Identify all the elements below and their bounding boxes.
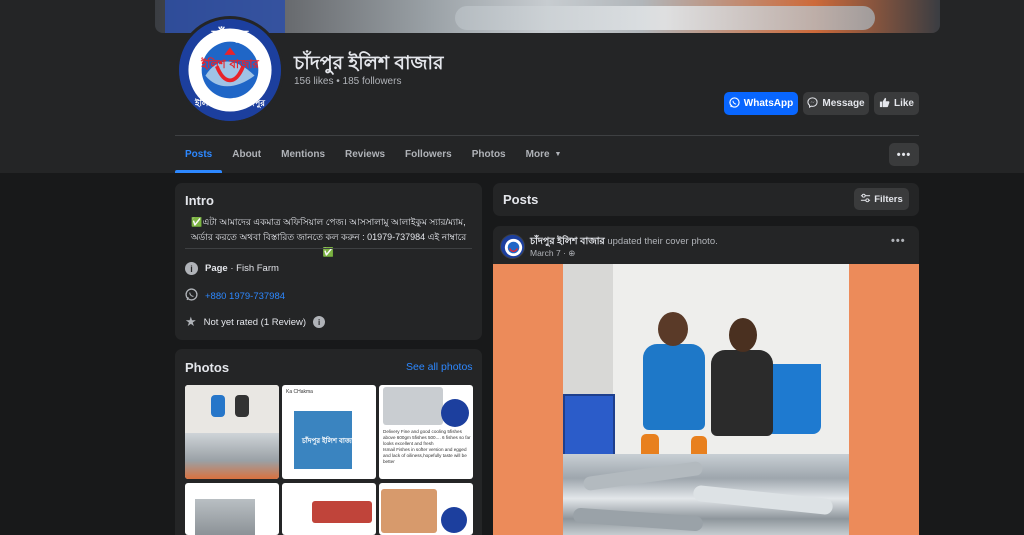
intro-title: Intro — [185, 193, 214, 208]
intro-rating-text: Not yet rated (1 Review) — [203, 316, 307, 328]
thumb-fish-image — [381, 489, 437, 533]
cover-fish — [455, 6, 875, 30]
tab-mentions[interactable]: Mentions — [271, 136, 335, 173]
intro-divider — [185, 248, 472, 249]
logo-text-mid: ইলিশ বাজার — [200, 57, 259, 71]
thumb-fish — [185, 433, 279, 479]
page-logo: চাঁদপুর ইলিশ বাজার ইলিশের বাড়ি চাঁদপুর — [179, 19, 281, 121]
like-button[interactable]: Like — [874, 92, 919, 115]
thumb-person — [235, 395, 249, 417]
thumb-chat-image — [312, 501, 372, 523]
tab-photos[interactable]: Photos — [462, 136, 516, 173]
post-action-text: updated their cover photo. — [604, 236, 718, 247]
post-photo-crate — [563, 394, 615, 456]
intro-category-label: Page — [205, 263, 228, 274]
filters-label: Filters — [874, 193, 903, 205]
chevron-down-icon: ▼ — [554, 151, 562, 158]
intro-phone[interactable]: +880 1979-737984 — [185, 288, 285, 304]
whatsapp-icon — [729, 96, 740, 111]
post-date[interactable]: March 7 · ⊕ — [530, 248, 575, 259]
post-photo-person-2 — [711, 350, 773, 436]
logo-text-top: চাঁদপুর — [211, 26, 250, 45]
post-author-avatar[interactable] — [500, 234, 525, 259]
page-stats[interactable]: 156 likes • 185 followers — [294, 76, 401, 87]
posts-header: Posts Filters — [493, 183, 919, 216]
star-icon: ★ — [185, 314, 197, 329]
thumb-chat-header: Ka CHakma — [286, 389, 313, 395]
message-button[interactable]: Message — [803, 92, 869, 115]
info-icon: i — [185, 262, 198, 275]
thumb-person — [211, 395, 225, 417]
photos-card: Photos See all photos Ka CHakma চাঁদপুর … — [175, 349, 482, 535]
tab-more-label: More — [525, 149, 550, 160]
post-author-name[interactable]: চাঁদপুর ইলিশ বাজার — [530, 236, 605, 247]
intro-card: Intro ✅এটা আমাদের একমাত্র অফিসিয়াল পেজ।… — [175, 183, 482, 340]
post-photo-person-1 — [643, 344, 705, 430]
thumb-review-line-2: Ismail Fishes in softer version and egge… — [383, 447, 467, 464]
more-horizontal-icon: ••• — [896, 148, 912, 161]
intro-phone-link[interactable]: +880 1979-737984 — [205, 291, 285, 302]
thumbs-up-icon — [879, 97, 890, 111]
messenger-icon — [807, 96, 818, 111]
tab-about[interactable]: About — [222, 136, 271, 173]
tab-more[interactable]: More ▼ — [516, 136, 572, 173]
whatsapp-label: WhatsApp — [743, 98, 794, 109]
post-more-button[interactable]: ••• — [891, 235, 906, 247]
intro-category-value: · Fish Farm — [227, 263, 279, 274]
photo-thumbnail[interactable]: Ka CHakma চাঁদপুর ইলিশ বাজার — [282, 385, 376, 479]
photo-thumbnail[interactable] — [185, 483, 279, 535]
whatsapp-button[interactable]: WhatsApp — [724, 92, 798, 115]
thumb-fish-image — [383, 387, 443, 425]
photos-title: Photos — [185, 360, 230, 375]
post-photo-bucket — [765, 364, 821, 434]
posts-title: Posts — [503, 192, 539, 207]
post-photo[interactable] — [493, 264, 919, 535]
tab-followers[interactable]: Followers — [395, 136, 462, 173]
like-label: Like — [893, 98, 914, 109]
info-icon[interactable]: i — [313, 316, 326, 328]
see-all-photos-link[interactable]: See all photos — [406, 361, 473, 373]
post-date-text: March 7 · — [530, 248, 569, 258]
more-horizontal-icon: ••• — [891, 235, 906, 247]
filter-icon — [860, 193, 871, 206]
post-photo-person-1-head — [658, 312, 688, 346]
thumb-review-line-1: Delivery Fine and good cooling 5fishes a… — [383, 429, 471, 446]
intro-bio-line-1: ✅এটা আমাদের একমাত্র অফিসিয়াল পেজ। আসসাল… — [191, 217, 466, 227]
photo-thumbnail[interactable]: Delivery Fine and good cooling 5fishes a… — [379, 385, 473, 479]
cover-photo[interactable] — [155, 0, 940, 33]
filters-button[interactable]: Filters — [854, 188, 909, 210]
photo-thumbnail[interactable] — [379, 483, 473, 535]
tab-reviews[interactable]: Reviews — [335, 136, 395, 173]
thumb-review-text: Delivery Fine and good cooling 5fishes a… — [383, 429, 471, 477]
tab-posts[interactable]: Posts — [175, 136, 223, 173]
intro-rating: ★ Not yet rated (1 Review) i — [185, 314, 326, 330]
intro-category: i Page · Fish Farm — [185, 262, 279, 275]
post-card: চাঁদপুর ইলিশ বাজার updated their cover p… — [493, 226, 919, 535]
thumb-logo-text: চাঁদপুর ইলিশ বাজার — [302, 438, 358, 445]
thumb-logo — [441, 507, 467, 533]
page-profile-picture[interactable]: চাঁদপুর ইলিশ বাজার ইলিশের বাড়ি চাঁদপুর — [176, 16, 284, 124]
message-label: Message — [822, 98, 865, 109]
globe-icon: ⊕ — [568, 248, 576, 258]
intro-bio: ✅এটা আমাদের একমাত্র অফিসিয়াল পেজ। আসসাল… — [185, 215, 472, 260]
thumb-wall — [185, 385, 279, 435]
more-options-button[interactable]: ••• — [889, 143, 919, 166]
photo-thumbnail[interactable] — [185, 385, 279, 479]
intro-bio-line-2: অর্ডার করতে অথবা বিস্তারিত জানতে কল করুন… — [190, 232, 467, 257]
photo-thumbnail[interactable] — [282, 483, 376, 535]
whatsapp-icon — [185, 288, 198, 304]
thumb-fish-image — [195, 499, 255, 535]
post-photo-person-2-head — [729, 318, 757, 352]
thumb-logo — [441, 399, 469, 427]
page-tabs: Posts About Mentions Reviews Followers P… — [175, 136, 571, 173]
